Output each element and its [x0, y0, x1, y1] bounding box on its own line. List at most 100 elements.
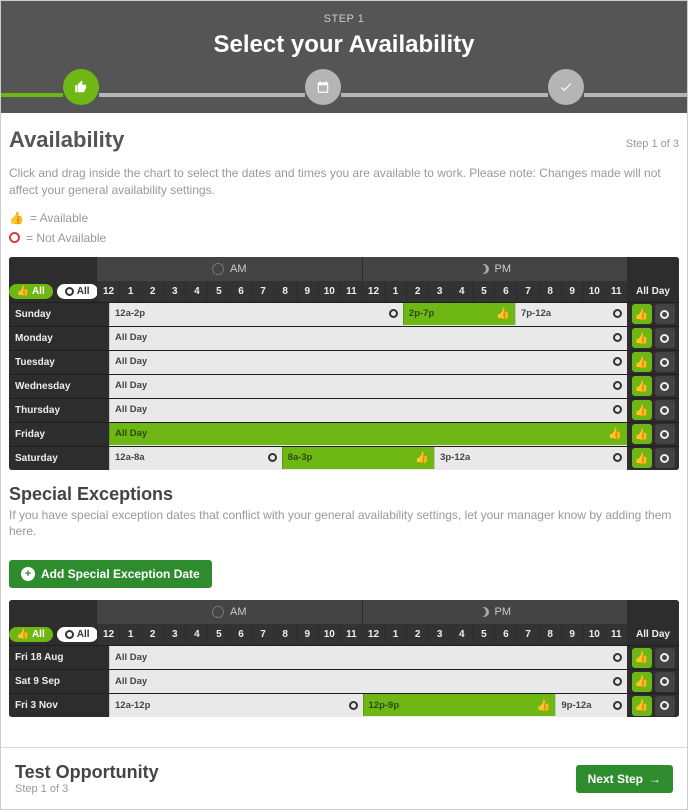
hour-header: 2: [406, 624, 428, 645]
step-dot-availability[interactable]: [63, 69, 99, 105]
step-dot-schedule[interactable]: [305, 69, 341, 105]
set-available-button[interactable]: 👍: [632, 648, 652, 668]
unavailable-block[interactable]: All Day: [109, 399, 627, 421]
available-block[interactable]: 12p-9p👍: [363, 694, 556, 716]
hour-header: 9: [296, 624, 318, 645]
not-available-icon: [613, 653, 622, 662]
row-controls: 👍: [627, 399, 679, 422]
set-unavailable-button[interactable]: [655, 304, 675, 324]
day-bars[interactable]: All Day: [109, 327, 627, 350]
filter-unavailable-button[interactable]: All: [57, 284, 98, 299]
unavailable-block[interactable]: 3p-12a: [434, 447, 627, 469]
filter-available-button[interactable]: 👍 All: [9, 284, 53, 299]
set-available-button[interactable]: 👍: [632, 696, 652, 716]
day-row[interactable]: FridayAll Day👍👍: [9, 422, 679, 446]
set-unavailable-button[interactable]: [655, 328, 675, 348]
day-bars[interactable]: 12a-2p2p-7p👍7p-12a: [109, 303, 627, 326]
unavailable-block[interactable]: 12a-8a: [109, 447, 282, 469]
hour-header: 8: [274, 281, 296, 302]
row-controls: 👍: [627, 303, 679, 326]
all-day-header: All Day: [627, 281, 679, 302]
availability-grid[interactable]: AM PM 👍 All All 121234567891011121234567…: [9, 257, 679, 470]
hour-header: 1: [119, 624, 141, 645]
day-row[interactable]: WednesdayAll Day👍: [9, 374, 679, 398]
set-unavailable-button[interactable]: [655, 448, 675, 468]
hour-header: 4: [450, 624, 472, 645]
day-bars[interactable]: 12a-12p12p-9p👍9p-12a: [109, 694, 627, 717]
hour-header: 2: [141, 624, 163, 645]
not-available-icon: [349, 701, 358, 710]
not-available-icon: [9, 232, 20, 243]
day-bars[interactable]: All Day: [109, 670, 627, 693]
hour-header: 2: [141, 281, 163, 302]
unavailable-block[interactable]: All Day: [109, 351, 627, 373]
hour-header: 10: [318, 281, 340, 302]
next-step-button[interactable]: Next Step →: [576, 765, 673, 793]
day-bars[interactable]: All Day👍: [109, 423, 627, 446]
day-bars[interactable]: 12a-8a8a-3p👍3p-12a: [109, 447, 627, 470]
hour-header: 5: [207, 624, 229, 645]
set-available-button[interactable]: 👍: [632, 352, 652, 372]
day-row[interactable]: Fri 3 Nov12a-12p12p-9p👍9p-12a👍: [9, 693, 679, 717]
unavailable-block[interactable]: All Day: [109, 375, 627, 397]
day-row[interactable]: Saturday12a-8a8a-3p👍3p-12a👍: [9, 446, 679, 470]
filter-unavailable-button[interactable]: All: [57, 627, 98, 642]
day-label: Fri 18 Aug: [9, 646, 109, 669]
set-unavailable-button[interactable]: [655, 376, 675, 396]
set-available-button[interactable]: 👍: [632, 376, 652, 396]
day-bars[interactable]: All Day: [109, 351, 627, 374]
exceptions-grid[interactable]: AM PM 👍 All All 121234567891011121234567…: [9, 600, 679, 717]
set-available-button[interactable]: 👍: [632, 424, 652, 444]
day-bars[interactable]: All Day: [109, 646, 627, 669]
day-bars[interactable]: All Day: [109, 399, 627, 422]
set-unavailable-button[interactable]: [655, 672, 675, 692]
unavailable-block[interactable]: All Day: [109, 327, 627, 349]
hour-header: 12: [97, 281, 119, 302]
hour-header: 6: [229, 281, 251, 302]
day-label: Friday: [9, 423, 109, 446]
day-row[interactable]: ThursdayAll Day👍: [9, 398, 679, 422]
hour-header: 11: [605, 624, 627, 645]
hero: STEP 1 Select your Availability: [1, 1, 687, 113]
unavailable-block[interactable]: 7p-12a: [515, 303, 627, 325]
sun-icon: [212, 263, 224, 275]
available-block[interactable]: 8a-3p👍: [282, 447, 434, 469]
unavailable-block[interactable]: All Day: [109, 670, 627, 692]
day-row[interactable]: Fri 18 AugAll Day👍: [9, 645, 679, 669]
special-help: If you have special exception dates that…: [9, 507, 679, 541]
set-unavailable-button[interactable]: [655, 424, 675, 444]
row-controls: 👍: [627, 375, 679, 398]
available-block[interactable]: 2p-7p👍: [403, 303, 515, 325]
hour-header: 11: [340, 624, 362, 645]
hour-header: 1: [119, 281, 141, 302]
row-controls: 👍: [627, 423, 679, 446]
day-row[interactable]: TuesdayAll Day👍: [9, 350, 679, 374]
unavailable-block[interactable]: 9p-12a: [555, 694, 627, 716]
set-available-button[interactable]: 👍: [632, 448, 652, 468]
set-available-button[interactable]: 👍: [632, 400, 652, 420]
hero-title: Select your Availability: [1, 31, 687, 59]
day-bars[interactable]: All Day: [109, 375, 627, 398]
hour-header: 1: [384, 624, 406, 645]
available-block[interactable]: All Day👍: [109, 423, 627, 445]
set-available-button[interactable]: 👍: [632, 304, 652, 324]
day-row[interactable]: MondayAll Day👍: [9, 326, 679, 350]
hour-header: 10: [318, 624, 340, 645]
footer-title: Test Opportunity: [15, 762, 159, 783]
set-available-button[interactable]: 👍: [632, 328, 652, 348]
day-row[interactable]: Sat 9 SepAll Day👍: [9, 669, 679, 693]
set-unavailable-button[interactable]: [655, 400, 675, 420]
unavailable-block[interactable]: 12a-2p: [109, 303, 403, 325]
set-unavailable-button[interactable]: [655, 352, 675, 372]
add-special-exception-button[interactable]: + Add Special Exception Date: [9, 560, 212, 588]
filter-available-button[interactable]: 👍 All: [9, 627, 53, 642]
set-unavailable-button[interactable]: [655, 696, 675, 716]
step-dot-confirm[interactable]: [548, 69, 584, 105]
arrow-right-icon: →: [649, 772, 661, 786]
unavailable-block[interactable]: 12a-12p: [109, 694, 363, 716]
not-available-icon: [613, 453, 622, 462]
set-unavailable-button[interactable]: [655, 648, 675, 668]
day-row[interactable]: Sunday12a-2p2p-7p👍7p-12a👍: [9, 302, 679, 326]
unavailable-block[interactable]: All Day: [109, 646, 627, 668]
set-available-button[interactable]: 👍: [632, 672, 652, 692]
